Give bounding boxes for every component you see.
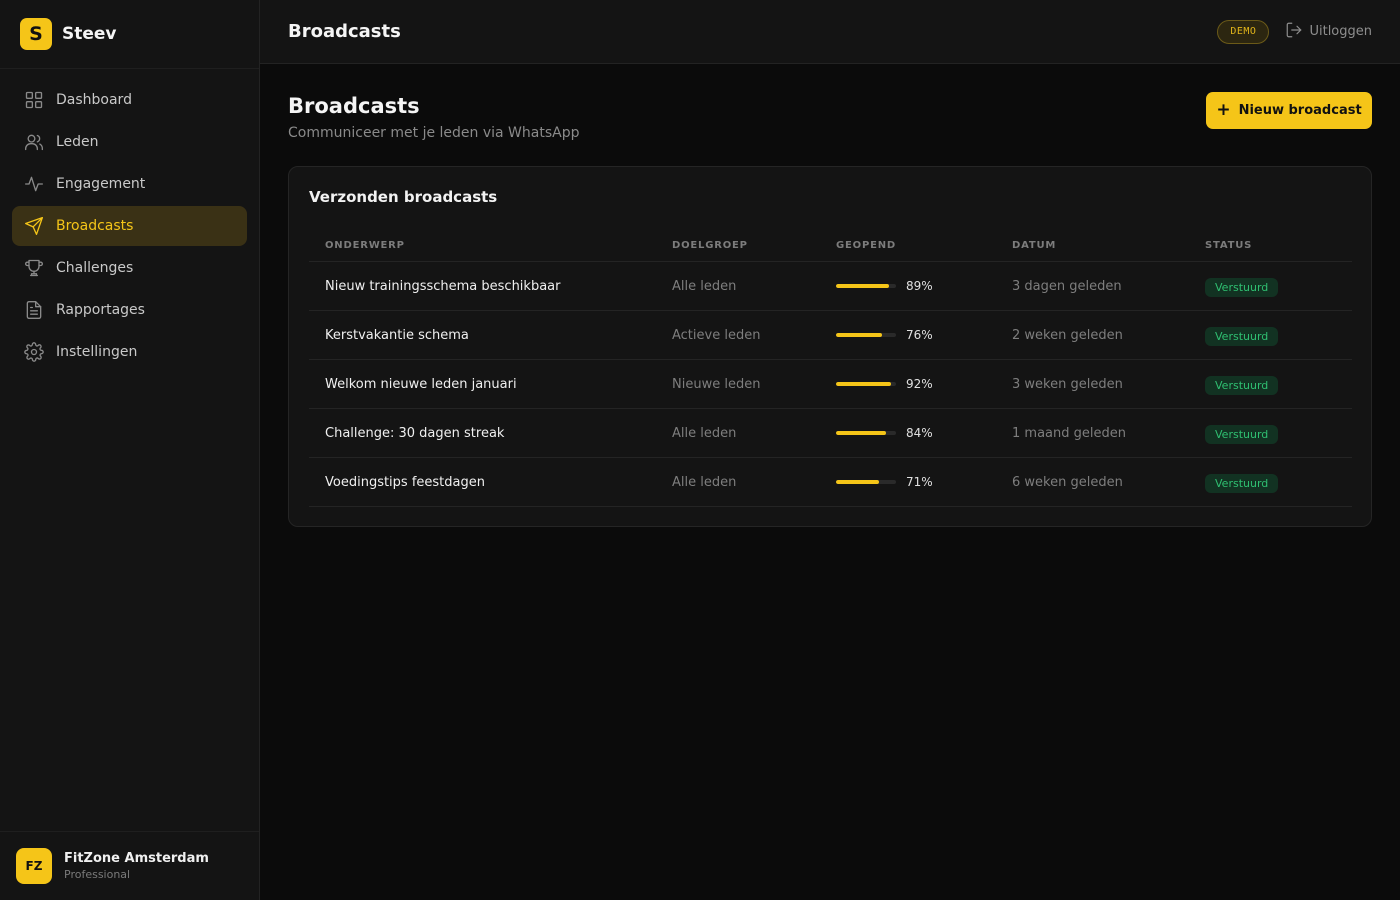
sidebar-item-label: Rapportages: [56, 302, 145, 318]
brand-logo: S: [20, 18, 52, 50]
table-row[interactable]: Voedingstips feestdagen Alle leden 71% 6 we…: [309, 458, 1352, 507]
row-date: 1 maand geleden: [1012, 425, 1126, 441]
logout-button[interactable]: Uitloggen: [1285, 21, 1372, 43]
table-row[interactable]: Nieuw trainingsschema beschikbaar Alle le…: [309, 262, 1352, 311]
opened-percentage: 71%: [906, 475, 933, 489]
sidebar-item-broadcasts[interactable]: Broadcasts: [12, 206, 247, 246]
opened-rate: 89%: [836, 279, 1012, 293]
table-body: Nieuw trainingsschema beschikbaar Alle le…: [309, 262, 1352, 507]
grid-icon: [24, 90, 44, 110]
org-name: FitZone Amsterdam: [64, 851, 209, 866]
avatar: FZ: [16, 848, 52, 884]
row-subject: Kerstvakantie schema: [325, 327, 469, 343]
logout-label: Uitloggen: [1309, 24, 1372, 39]
sidebar-item-rapportages[interactable]: Rapportages: [12, 290, 247, 330]
opened-bar-track: [836, 431, 896, 435]
sidebar-item-label: Engagement: [56, 176, 146, 192]
row-subject: Challenge: 30 dagen streak: [325, 425, 505, 441]
brand[interactable]: S Steev: [0, 0, 259, 69]
send-icon: [24, 216, 44, 236]
sidebar-item-label: Broadcasts: [56, 218, 134, 234]
row-subject: Welkom nieuwe leden januari: [325, 376, 517, 392]
opened-bar-track: [836, 480, 896, 484]
opened-percentage: 76%: [906, 328, 933, 342]
broadcasts-card: Verzonden broadcasts ONDERWERP DOELGROEP…: [288, 166, 1372, 527]
sidebar-item-label: Dashboard: [56, 92, 132, 108]
org-switcher[interactable]: FZ FitZone Amsterdam Professional: [0, 831, 259, 900]
row-date: 2 weken geleden: [1012, 327, 1123, 343]
opened-percentage: 92%: [906, 377, 933, 391]
new-broadcast-button[interactable]: + Nieuw broadcast: [1206, 92, 1372, 129]
opened-bar-fill: [836, 333, 882, 337]
status-badge: Verstuurd: [1205, 277, 1279, 297]
sidebar-item-label: Leden: [56, 134, 99, 150]
opened-rate: 92%: [836, 377, 1012, 391]
demo-badge: DEMO: [1217, 19, 1270, 44]
opened-percentage: 84%: [906, 426, 933, 440]
row-group: Alle leden: [672, 474, 737, 490]
opened-bar-fill: [836, 480, 879, 484]
users-icon: [24, 132, 44, 152]
broadcasts-table: ONDERWERP DOELGROEP GEOPEND DATUM STATUS…: [309, 229, 1352, 507]
opened-bar-track: [836, 382, 896, 386]
topbar: Broadcasts DEMO Uitloggen: [260, 0, 1400, 64]
sidebar-nav: Dashboard Leden Engagement Broadcasts Ch…: [0, 69, 259, 372]
logout-icon: [1285, 21, 1309, 43]
opened-rate: 76%: [836, 328, 1012, 342]
opened-bar-track: [836, 333, 896, 337]
table-header: ONDERWERP DOELGROEP GEOPEND DATUM STATUS: [309, 229, 1352, 262]
page-subtitle: Communiceer met je leden via WhatsApp: [288, 125, 580, 141]
status-badge: Verstuurd: [1205, 375, 1279, 395]
header-title: Broadcasts: [288, 21, 401, 42]
column-header-date[interactable]: DATUM: [1012, 240, 1205, 251]
row-subject: Voedingstips feestdagen: [325, 474, 485, 490]
plus-icon: +: [1216, 100, 1231, 120]
sidebar-item-label: Challenges: [56, 260, 134, 276]
trophy-icon: [24, 258, 44, 278]
row-group: Alle leden: [672, 425, 737, 441]
row-date: 3 weken geleden: [1012, 376, 1123, 392]
gear-icon: [24, 342, 44, 362]
card-title: Verzonden broadcasts: [309, 188, 498, 206]
status-badge: Verstuurd: [1205, 473, 1279, 493]
brand-name: Steev: [62, 24, 117, 44]
page-title: Broadcasts: [288, 94, 420, 118]
opened-bar-fill: [836, 284, 890, 288]
table-row[interactable]: Kerstvakantie schema Actieve leden 76% 2 we…: [309, 311, 1352, 360]
table-row[interactable]: Challenge: 30 dagen streak Alle leden 84% 1…: [309, 409, 1352, 458]
row-group: Alle leden: [672, 278, 737, 294]
activity-icon: [24, 174, 44, 194]
column-header-opened[interactable]: GEOPEND: [836, 240, 1012, 251]
opened-percentage: 89%: [906, 279, 933, 293]
table-row[interactable]: Welkom nieuwe leden januari Nieuwe leden 9…: [309, 360, 1352, 409]
new-broadcast-label: Nieuw broadcast: [1238, 103, 1362, 118]
row-subject: Nieuw trainingsschema beschikbaar: [325, 278, 561, 294]
status-badge: Verstuurd: [1205, 326, 1279, 346]
opened-bar-track: [836, 284, 896, 288]
opened-rate: 71%: [836, 475, 1012, 489]
sidebar-item-label: Instellingen: [56, 344, 138, 360]
column-header-status[interactable]: STATUS: [1205, 240, 1352, 251]
sidebar: S Steev Dashboard Leden Engagement Broad…: [0, 0, 260, 900]
opened-rate: 84%: [836, 426, 1012, 440]
sidebar-item-engagement[interactable]: Engagement: [12, 164, 247, 204]
org-plan: Professional: [64, 868, 131, 881]
row-date: 6 weken geleden: [1012, 474, 1123, 490]
status-badge: Verstuurd: [1205, 424, 1279, 444]
row-date: 3 dagen geleden: [1012, 278, 1122, 294]
column-header-subject[interactable]: ONDERWERP: [309, 240, 672, 251]
sidebar-item-dashboard[interactable]: Dashboard: [12, 80, 247, 120]
sidebar-item-leden[interactable]: Leden: [12, 122, 247, 162]
opened-bar-fill: [836, 431, 887, 435]
row-group: Nieuwe leden: [672, 376, 761, 392]
sidebar-item-challenges[interactable]: Challenges: [12, 248, 247, 288]
opened-bar-fill: [836, 382, 892, 386]
column-header-group[interactable]: DOELGROEP: [672, 240, 836, 251]
sidebar-item-instellingen[interactable]: Instellingen: [12, 332, 247, 372]
file-icon: [24, 300, 44, 320]
row-group: Actieve leden: [672, 327, 761, 343]
